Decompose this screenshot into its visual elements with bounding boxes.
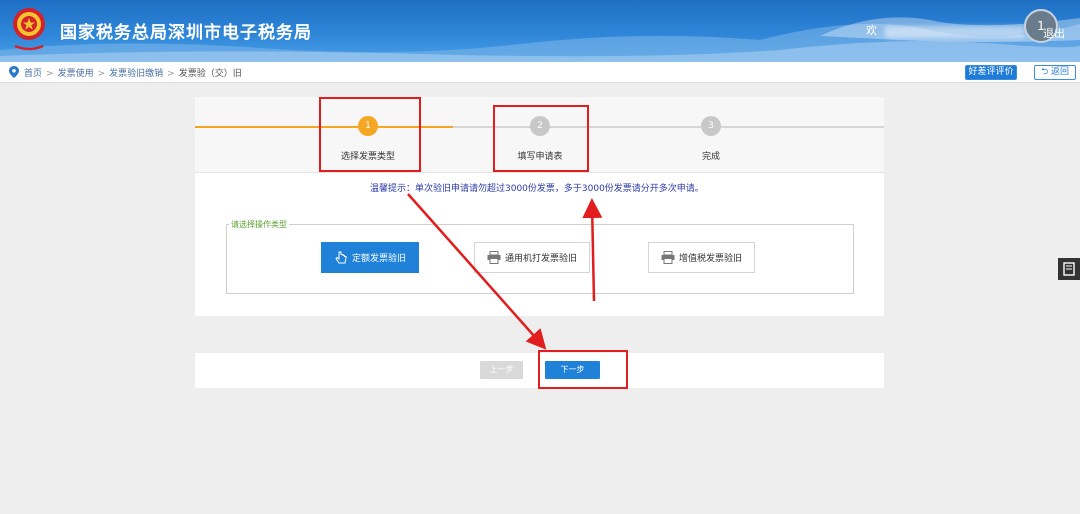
operation-type-legend: 请选择操作类型 bbox=[229, 219, 289, 230]
breadcrumb-separator-icon: > bbox=[167, 69, 175, 79]
breadcrumb: 首页 > 发票使用 > 发票验旧缴销 > 发票验（交）旧 bbox=[24, 66, 242, 79]
printer-icon bbox=[661, 251, 675, 264]
hand-pointer-icon bbox=[335, 251, 347, 263]
breadcrumb-invoice-use[interactable]: 发票使用 bbox=[58, 69, 94, 79]
warm-tip-text: 温馨提示：单次验旧申请请勿超过3000份发票，多于3000份发票请分开多次申请。 bbox=[370, 184, 704, 194]
breadcrumb-home[interactable]: 首页 bbox=[24, 69, 42, 79]
step-3-circle: 3 bbox=[701, 116, 721, 136]
redacted-user-info bbox=[885, 26, 1025, 38]
vat-invoice-verify-button[interactable]: 增值税发票验旧 bbox=[648, 242, 755, 273]
logout-link[interactable]: 退出 bbox=[1043, 25, 1065, 41]
breadcrumb-separator-icon: > bbox=[46, 69, 54, 79]
annotation-box-step-2 bbox=[493, 105, 589, 172]
general-machine-invoice-verify-label: 通用机打发票验旧 bbox=[504, 254, 577, 264]
breadcrumb-current: 发票验（交）旧 bbox=[178, 69, 242, 79]
tax-bureau-emblem-icon bbox=[13, 8, 45, 51]
annotation-box-step-1 bbox=[319, 97, 421, 172]
return-arrow-icon: ⮌ bbox=[1040, 67, 1049, 77]
site-title: 国家税务总局深圳市电子税务局 bbox=[60, 23, 312, 43]
quota-invoice-verify-label: 定额发票验旧 bbox=[351, 254, 406, 264]
back-button-label: 返回 bbox=[1051, 67, 1070, 77]
general-machine-invoice-verify-button[interactable]: 通用机打发票验旧 bbox=[474, 242, 590, 273]
user-greeting: 欢 bbox=[866, 24, 877, 37]
book-icon bbox=[1063, 262, 1075, 276]
side-guide-tab[interactable] bbox=[1058, 258, 1080, 280]
location-pin-icon bbox=[9, 66, 19, 78]
annotation-box-next-button bbox=[538, 350, 628, 389]
back-button[interactable]: ⮌ 返回 bbox=[1034, 65, 1076, 80]
breadcrumb-bar: 首页 > 发票使用 > 发票验旧缴销 > 发票验（交）旧 好差评评价 ⮌ 返回 bbox=[0, 62, 1080, 83]
printer-icon bbox=[487, 251, 501, 264]
vat-invoice-verify-label: 增值税发票验旧 bbox=[678, 254, 742, 264]
previous-step-button[interactable]: 上一步 bbox=[480, 361, 523, 379]
step-3-label: 完成 bbox=[701, 152, 720, 162]
breadcrumb-separator-icon: > bbox=[97, 69, 106, 79]
quota-invoice-verify-button[interactable]: 定额发票验旧 bbox=[321, 242, 419, 273]
app-header: 国家税务总局深圳市电子税务局 欢 1 退出 bbox=[0, 0, 1080, 62]
breadcrumb-verify-cancel[interactable]: 发票验旧缴销 bbox=[109, 69, 163, 79]
rate-service-button[interactable]: 好差评评价 bbox=[965, 65, 1017, 80]
